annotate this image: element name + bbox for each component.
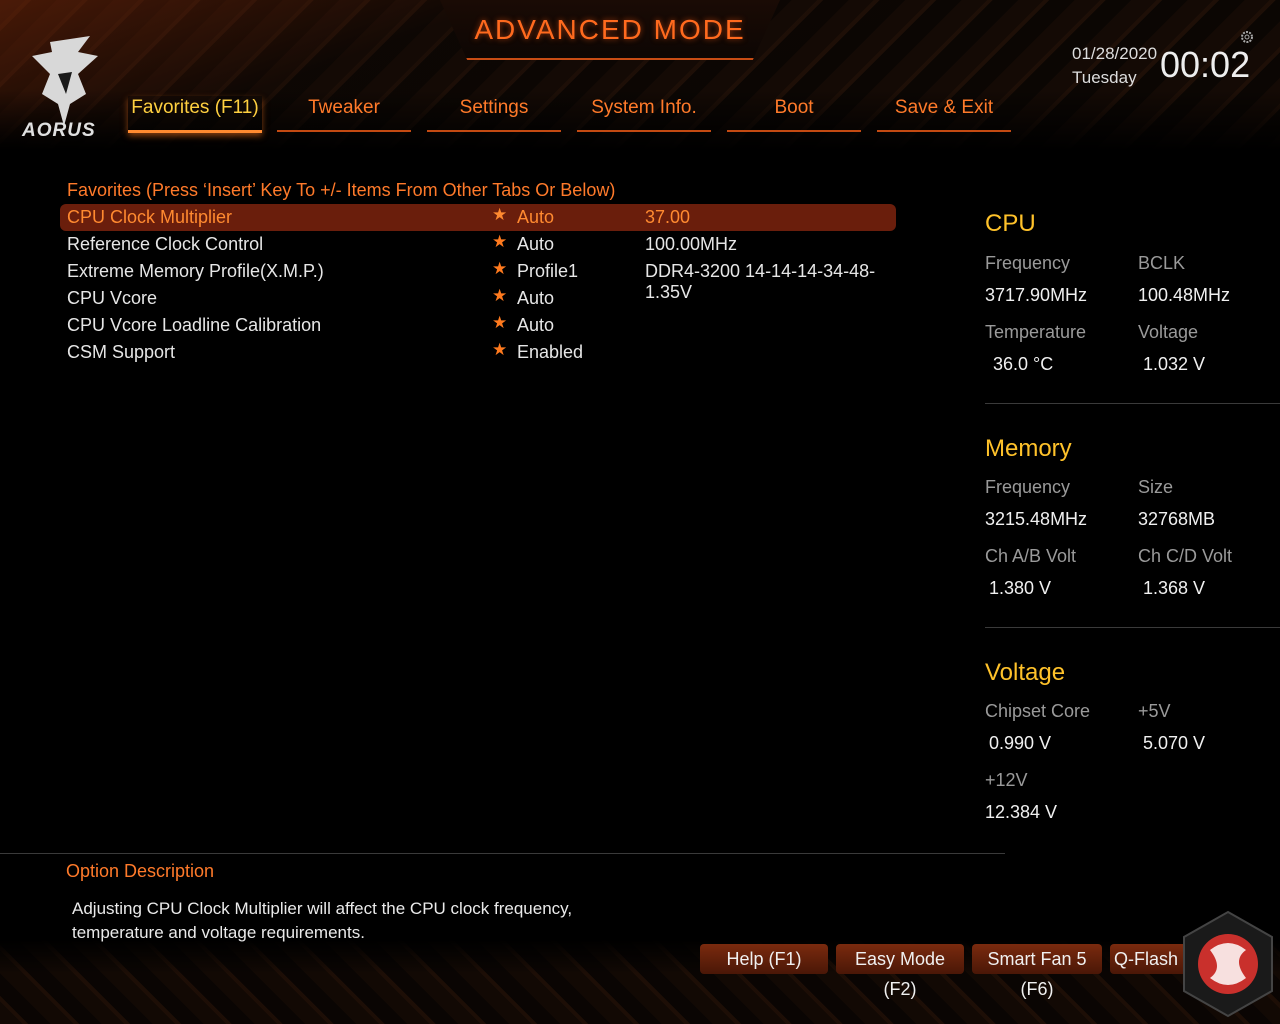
tab-boot-label: Boot <box>774 97 814 118</box>
option-description-text: Adjusting CPU Clock Multiplier will affe… <box>72 899 573 942</box>
v12-label: +12V <box>985 770 1028 790</box>
panel-divider <box>985 403 1280 404</box>
favorite-row-cpu-vcore-llc[interactable]: CPU Vcore Loadline Calibration ★ Auto <box>60 312 896 339</box>
tab-settings[interactable]: Settings <box>427 96 561 132</box>
v12-value: 12.384 V <box>985 802 1058 822</box>
tab-boot[interactable]: Boot <box>727 96 861 132</box>
v5-label: +5V <box>1138 701 1171 721</box>
star-icon: ★ <box>492 286 508 305</box>
memory-chcd-value: 1.368 V <box>1143 578 1206 598</box>
memory-chab-label: Ch A/B Volt <box>985 546 1077 566</box>
description-divider <box>0 853 1005 854</box>
setting-name: CSM Support <box>67 342 176 362</box>
tab-favorites[interactable]: Favorites (F11) <box>128 96 262 133</box>
star-icon: ★ <box>492 259 508 278</box>
cpu-voltage-value: 1.032 V <box>1143 354 1206 374</box>
favorite-row-cpu-clock-multiplier[interactable]: CPU Clock Multiplier ★ Auto 37.00 <box>60 204 896 231</box>
cpu-temperature-label: Temperature <box>985 322 1087 342</box>
setting-name: Reference Clock Control <box>67 234 264 254</box>
cpu-temperature-value: 36.0 °C <box>993 354 1054 374</box>
setting-value: Auto <box>517 234 555 254</box>
setting-value: Auto <box>517 315 555 335</box>
voltage-panel-title: Voltage <box>985 659 1066 686</box>
time-display: 00:02 <box>1160 44 1251 85</box>
cpu-frequency-value: 3717.90MHz <box>985 285 1088 305</box>
date-display: 01/28/2020 <box>1072 44 1158 63</box>
setting-name: CPU Vcore <box>67 288 158 308</box>
memory-panel-title: Memory <box>985 435 1072 462</box>
tab-tweaker[interactable]: Tweaker <box>277 96 411 132</box>
help-button[interactable]: Help (F1) <box>700 944 828 974</box>
setting-name: CPU Vcore Loadline Calibration <box>67 315 322 335</box>
tab-favorites-label: Favorites (F11) <box>131 97 259 118</box>
tab-tweaker-label: Tweaker <box>308 97 380 118</box>
weekday-display: Tuesday <box>1072 68 1137 87</box>
star-icon: ★ <box>492 205 508 224</box>
setting-value: Enabled <box>517 342 584 362</box>
memory-size-label: Size <box>1138 477 1174 497</box>
easy-mode-button[interactable]: Easy Mode (F2) <box>836 944 964 999</box>
tab-save-exit[interactable]: Save & Exit <box>877 96 1011 132</box>
tab-save-exit-label: Save & Exit <box>894 97 994 118</box>
setting-name: CPU Clock Multiplier <box>67 207 233 227</box>
cpu-voltage-label: Voltage <box>1138 322 1199 342</box>
setting-name: Extreme Memory Profile(X.M.P.) <box>67 261 324 281</box>
mode-title: ADVANCED MODE <box>474 14 746 45</box>
star-icon: ★ <box>492 340 508 359</box>
setting-detail: 100.00MHz <box>645 234 738 254</box>
setting-detail: 37.00 <box>645 207 691 227</box>
memory-frequency-label: Frequency <box>985 477 1071 497</box>
favorites-list: CPU Clock Multiplier ★ Auto 37.00 Refere… <box>60 204 896 366</box>
favorite-row-reference-clock-control[interactable]: Reference Clock Control ★ Auto 100.00MHz <box>60 231 896 258</box>
cpu-panel-title: CPU <box>985 210 1036 237</box>
chipset-core-value: 0.990 V <box>989 733 1052 753</box>
watermark-logo-icon <box>1183 910 1273 1018</box>
smart-fan-button[interactable]: Smart Fan 5 (F6) <box>972 944 1102 999</box>
star-icon: ★ <box>492 232 508 251</box>
setting-value: Auto <box>517 288 555 308</box>
favorite-row-cpu-vcore[interactable]: CPU Vcore ★ Auto <box>60 285 896 312</box>
chipset-core-label: Chipset Core <box>985 701 1091 721</box>
tab-settings-label: Settings <box>459 97 529 118</box>
cpu-frequency-label: Frequency <box>985 253 1071 273</box>
favorites-header: Favorites (Press ‘Insert’ Key To +/- Ite… <box>67 180 616 200</box>
option-description-title: Option Description <box>66 861 215 881</box>
memory-size-value: 32768MB <box>1138 509 1216 529</box>
memory-chcd-label: Ch C/D Volt <box>1138 546 1233 566</box>
setting-value: Profile1 <box>517 261 579 281</box>
v5-value: 5.070 V <box>1143 733 1206 753</box>
tab-system-info[interactable]: System Info. <box>577 96 711 132</box>
star-icon: ★ <box>492 313 508 332</box>
gear-icon[interactable] <box>1240 30 1254 44</box>
favorite-row-xmp[interactable]: Extreme Memory Profile(X.M.P.) ★ Profile… <box>60 258 896 302</box>
memory-frequency-value: 3215.48MHz <box>985 509 1088 529</box>
setting-value: Auto <box>517 207 555 227</box>
memory-chab-value: 1.380 V <box>989 578 1052 598</box>
cpu-bclk-label: BCLK <box>1138 253 1186 273</box>
aorus-logo-text: AORUS <box>22 120 96 141</box>
tab-system-info-label: System Info. <box>591 97 697 118</box>
favorite-row-csm-support[interactable]: CSM Support ★ Enabled <box>60 339 896 366</box>
panel-divider <box>985 627 1280 628</box>
cpu-bclk-value: 100.48MHz <box>1138 285 1231 305</box>
